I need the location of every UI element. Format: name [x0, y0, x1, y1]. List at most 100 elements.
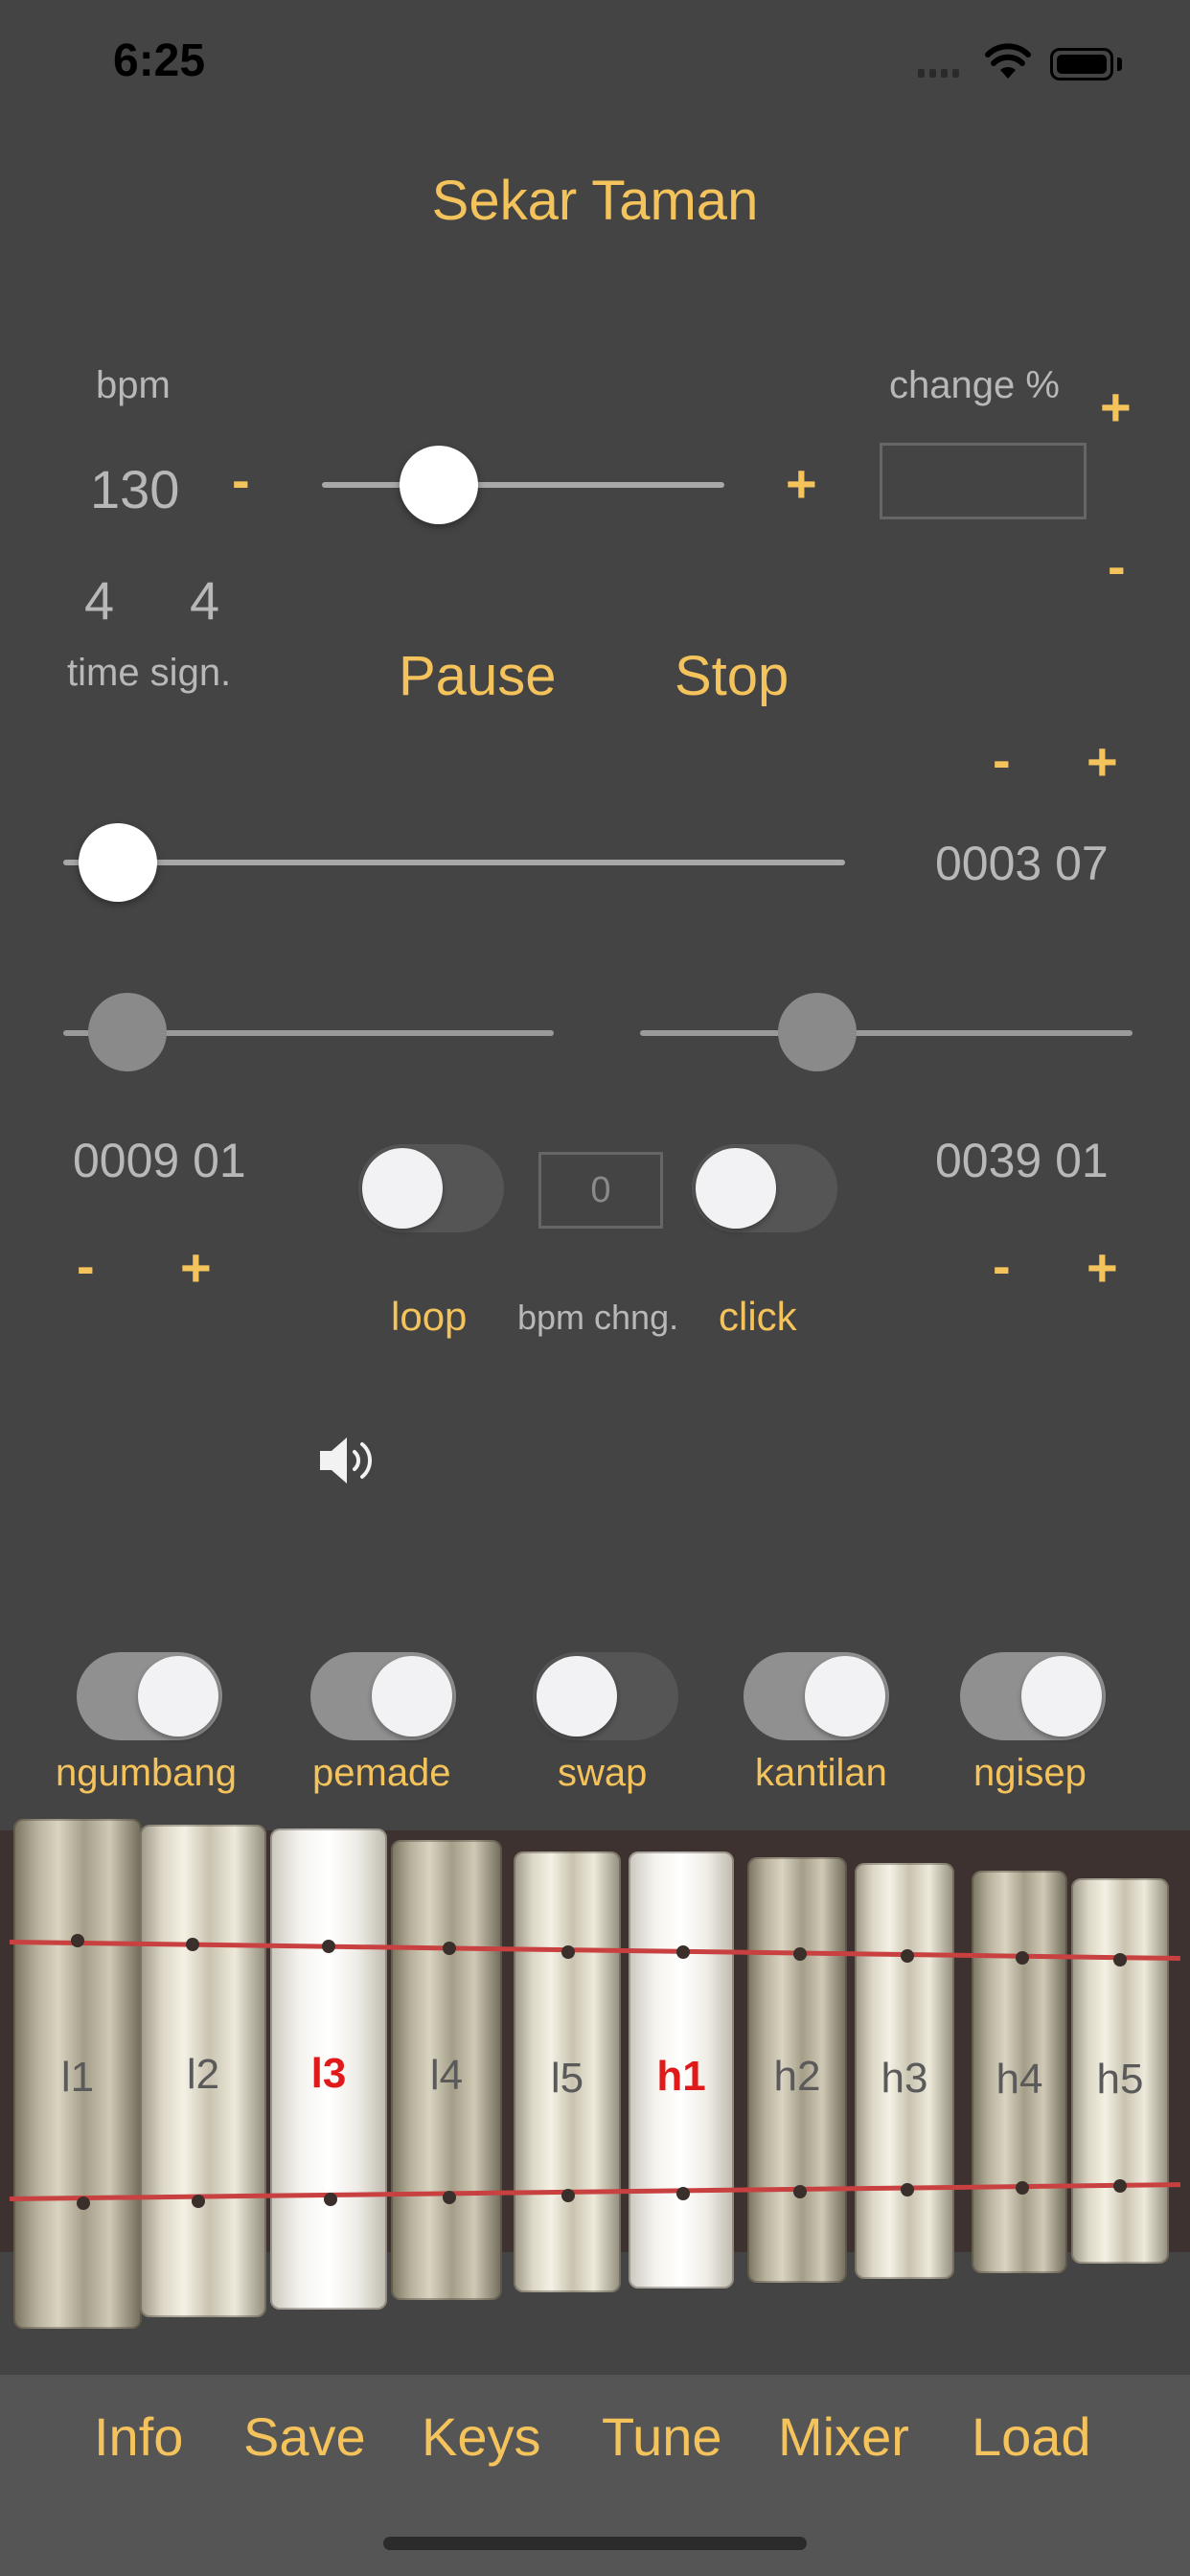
- nail: [1016, 2181, 1029, 2195]
- loop-start-slider-thumb[interactable]: [87, 993, 167, 1071]
- loop-start-plus-button[interactable]: +: [180, 1236, 212, 1299]
- pause-button[interactable]: Pause: [399, 644, 556, 708]
- wifi-icon: [985, 43, 1031, 79]
- key-label: l4: [429, 2051, 464, 2099]
- nail: [676, 1945, 690, 1959]
- bpm-minus-button[interactable]: -: [232, 448, 250, 511]
- position-slider-thumb[interactable]: [79, 823, 158, 902]
- key-h1[interactable]: h1: [629, 1852, 734, 2288]
- loop-toggle[interactable]: [358, 1144, 504, 1232]
- change-percent-label: change %: [889, 364, 1060, 406]
- toggle-ngumbang[interactable]: [77, 1652, 222, 1740]
- position-minus-button[interactable]: -: [993, 728, 1011, 791]
- key-label: h2: [773, 2053, 821, 2101]
- home-indicator[interactable]: [383, 2537, 807, 2550]
- signal-icon: [918, 69, 968, 79]
- nail: [77, 2196, 90, 2210]
- bpm-value: 130: [90, 459, 180, 519]
- nail: [192, 2195, 205, 2208]
- status-time: 6:25: [113, 35, 206, 86]
- metallophone: l1 l2 l3 l4 l5 h1 h2 h3 h4 h5: [0, 1802, 1190, 2338]
- toggle-label-pemade: pemade: [312, 1752, 451, 1794]
- change-percent-minus-button[interactable]: -: [1108, 535, 1126, 597]
- song-title: Sekar Taman: [431, 170, 759, 232]
- click-toggle-knob: [696, 1148, 776, 1229]
- time-sign-numerator[interactable]: 4: [84, 569, 114, 632]
- toggle-knob: [537, 1656, 617, 1736]
- nail: [561, 2189, 575, 2202]
- loop-end-plus-button[interactable]: +: [1087, 1236, 1118, 1299]
- position-value: 0003 07: [935, 837, 1109, 890]
- toggle-knob: [138, 1656, 218, 1736]
- battery-tip: [1117, 58, 1122, 71]
- key-label: l2: [186, 2051, 220, 2099]
- mixer-button[interactable]: Mixer: [778, 2405, 909, 2468]
- battery-icon: [1050, 48, 1113, 80]
- save-button[interactable]: Save: [243, 2405, 366, 2468]
- load-button[interactable]: Load: [972, 2405, 1091, 2468]
- nail: [901, 2183, 914, 2196]
- loop-end-minus-button[interactable]: -: [993, 1234, 1011, 1297]
- keys-button[interactable]: Keys: [422, 2405, 541, 2468]
- nail: [322, 1940, 335, 1953]
- loop-end-slider-thumb[interactable]: [778, 993, 858, 1071]
- position-plus-button[interactable]: +: [1087, 730, 1118, 793]
- click-label: click: [719, 1294, 797, 1339]
- tune-button[interactable]: Tune: [602, 2405, 722, 2468]
- key-l2[interactable]: l2: [140, 1825, 266, 2317]
- key-l5[interactable]: l5: [514, 1852, 621, 2292]
- toggle-knob: [1021, 1656, 1102, 1736]
- key-l1[interactable]: l1: [13, 1819, 142, 2329]
- key-l3[interactable]: l3: [270, 1828, 387, 2310]
- key-h2[interactable]: h2: [747, 1857, 847, 2283]
- key-h4[interactable]: h4: [972, 1871, 1067, 2273]
- loop-start-value: 0009 01: [73, 1134, 246, 1187]
- nail: [71, 1934, 84, 1947]
- stop-button[interactable]: Stop: [675, 644, 789, 708]
- loop-start-minus-button[interactable]: -: [77, 1234, 95, 1297]
- bpm-plus-button[interactable]: +: [786, 452, 817, 515]
- time-sign-label: time sign.: [67, 652, 232, 694]
- toggle-swap[interactable]: [533, 1652, 678, 1740]
- toggle-ngisep[interactable]: [960, 1652, 1106, 1740]
- toggle-knob: [805, 1656, 885, 1736]
- toggle-pemade[interactable]: [310, 1652, 456, 1740]
- nail: [443, 2191, 456, 2204]
- nail: [1113, 1953, 1127, 1966]
- toggle-label-ngumbang: ngumbang: [56, 1752, 238, 1794]
- toggle-label-ngisep: ngisep: [973, 1752, 1087, 1794]
- key-label: h5: [1096, 2055, 1144, 2103]
- bpm-slider-track[interactable]: [322, 482, 724, 488]
- nail: [676, 2187, 690, 2200]
- toggle-kantilan[interactable]: [744, 1652, 889, 1740]
- nail: [901, 1949, 914, 1963]
- key-h5[interactable]: h5: [1071, 1878, 1169, 2264]
- change-percent-plus-button[interactable]: +: [1100, 376, 1132, 438]
- nail: [186, 1938, 199, 1951]
- bpm-change-label: bpm chng.: [517, 1298, 679, 1337]
- nail: [793, 1947, 807, 1961]
- key-l4[interactable]: l4: [391, 1840, 502, 2300]
- position-slider-track[interactable]: [63, 860, 845, 865]
- click-toggle[interactable]: [692, 1144, 837, 1232]
- key-label: h3: [881, 2054, 928, 2102]
- bpm-change-field[interactable]: 0: [538, 1152, 663, 1229]
- key-h3[interactable]: h3: [855, 1863, 954, 2279]
- loop-end-slider-track[interactable]: [640, 1030, 1133, 1036]
- time-sign-denominator[interactable]: 4: [190, 569, 219, 632]
- key-label-active: l3: [310, 2049, 347, 2097]
- bpm-change-value: 0: [590, 1170, 611, 1210]
- key-label: l5: [550, 2054, 584, 2102]
- key-label-active: h1: [656, 2052, 706, 2100]
- change-percent-field[interactable]: [880, 443, 1087, 519]
- nail: [1016, 1951, 1029, 1965]
- info-button[interactable]: Info: [94, 2405, 183, 2468]
- bpm-slider-thumb[interactable]: [399, 446, 478, 524]
- nail: [793, 2185, 807, 2198]
- nail: [324, 2193, 337, 2206]
- bpm-label: bpm: [96, 364, 171, 406]
- nail: [561, 1945, 575, 1959]
- speaker-icon[interactable]: [318, 1434, 381, 1487]
- nail: [1113, 2179, 1127, 2193]
- loop-toggle-knob: [362, 1148, 443, 1229]
